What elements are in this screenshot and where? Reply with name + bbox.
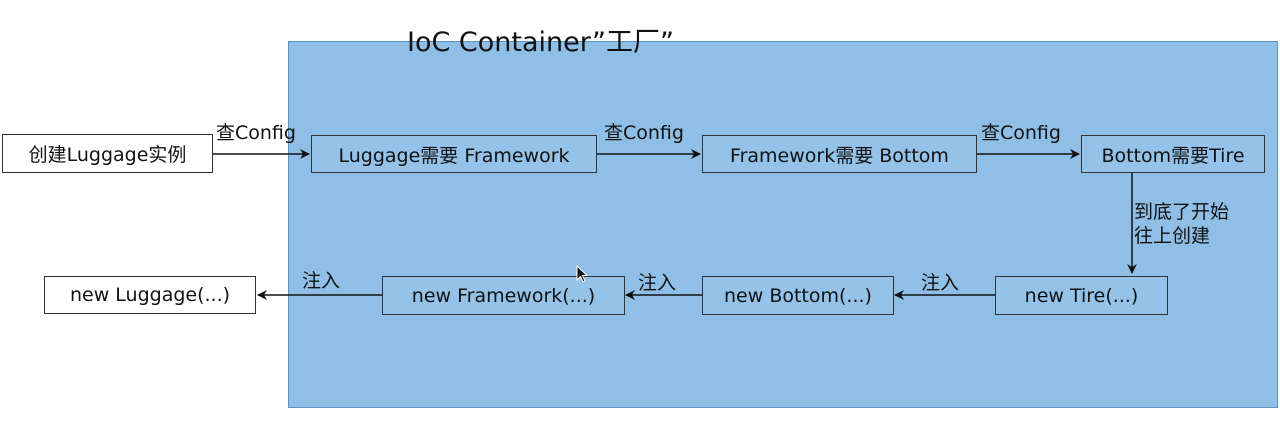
new-bottom-box: new Bottom(...) (702, 276, 894, 315)
bottom-needs-tire-box: Bottom需要Tire (1081, 135, 1265, 173)
inject-label: 注入 (921, 272, 960, 294)
luggage-needs-framework-box: Luggage需要 Framework (311, 135, 597, 173)
arrows-layer (213, 149, 1137, 300)
mouse-cursor-icon (576, 265, 589, 283)
inject-label: 注入 (302, 270, 341, 292)
bottom-reached-label: 到底了开始 往上创建 (1134, 200, 1229, 248)
new-tire-box: new Tire(...) (995, 276, 1168, 315)
inject-label: 注入 (638, 272, 677, 294)
framework-needs-bottom-box: Framework需要 Bottom (702, 135, 977, 173)
check-config-label: 查Config (981, 122, 1061, 144)
bottom-reached-line-2: 往上创建 (1134, 225, 1211, 247)
bottom-reached-line-1: 到底了开始 (1134, 201, 1230, 223)
check-config-label: 查Config (604, 122, 684, 144)
check-config-label: 查Config (216, 122, 296, 144)
create-luggage-box: 创建Luggage实例 (2, 134, 213, 173)
new-luggage-box: new Luggage(...) (44, 276, 256, 314)
